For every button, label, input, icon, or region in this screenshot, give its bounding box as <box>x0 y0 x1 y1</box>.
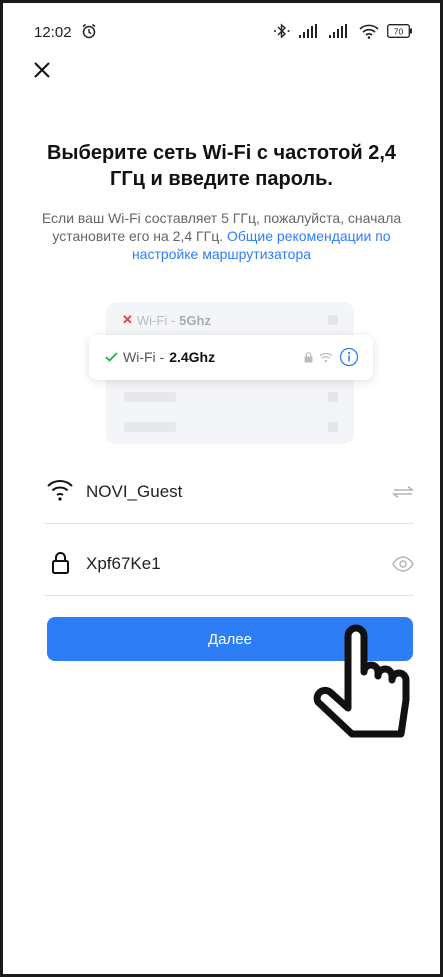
password-value: Xpf67Ke1 <box>86 554 161 573</box>
battery-icon: 70 <box>387 24 412 38</box>
illus-placeholder <box>328 422 338 432</box>
illus-row-24ghz: Wi-Fi - 2.4Ghz <box>89 335 373 380</box>
wifi-icon <box>359 24 379 39</box>
illus-row-5ghz: ✕ Wi-Fi - 5Ghz <box>122 312 211 328</box>
battery-level: 70 <box>394 26 404 36</box>
illus-placeholder <box>328 315 338 325</box>
switch-icon[interactable] <box>392 482 414 502</box>
close-icon[interactable] <box>32 60 52 80</box>
info-icon <box>339 347 359 367</box>
lock-icon <box>52 552 69 574</box>
wifi-name-field[interactable]: NOVI_Guest <box>44 462 414 524</box>
page-subtitle: Если ваш Wi-Fi составляет 5 ГГц, пожалуй… <box>40 209 403 263</box>
illus-placeholder <box>124 392 176 402</box>
cross-icon: ✕ <box>122 312 133 327</box>
eye-icon[interactable] <box>392 554 414 574</box>
status-time: 12:02 <box>34 24 72 41</box>
wifi-name-value: NOVI_Guest <box>86 482 183 501</box>
status-bar: 12:02 70 <box>0 0 443 41</box>
wifi-icon <box>319 352 333 362</box>
wifi-icon <box>47 480 73 501</box>
check-icon <box>105 352 118 362</box>
illus-placeholder <box>124 422 176 432</box>
bluetooth-icon <box>274 23 290 39</box>
signal-icon <box>299 24 317 38</box>
illus-5ghz-prefix: Wi-Fi - <box>136 312 176 328</box>
alarm-icon <box>82 23 96 39</box>
pointing-hand-icon <box>313 624 410 738</box>
signal-icon <box>329 24 347 38</box>
password-field[interactable]: Xpf67Ke1 <box>44 534 414 596</box>
illus-5ghz-band: 5Ghz <box>179 312 211 328</box>
page-title: Выберите сеть Wi-Fi с частотой 2,4 ГГц и… <box>46 142 397 190</box>
lock-icon <box>304 351 313 362</box>
illus-placeholder <box>328 392 338 402</box>
illus-24ghz-prefix: Wi-Fi - <box>123 349 165 365</box>
illus-24ghz-band: 2.4Ghz <box>169 349 216 365</box>
